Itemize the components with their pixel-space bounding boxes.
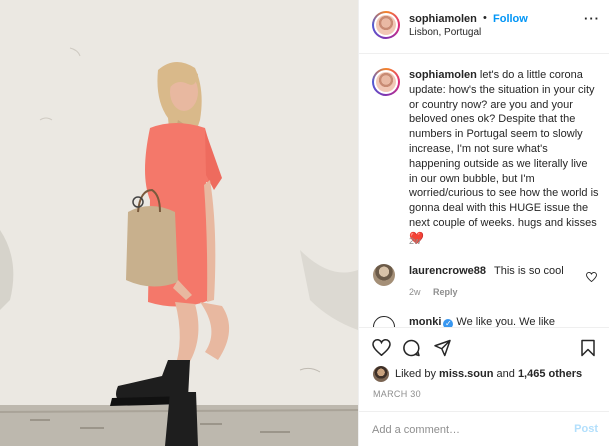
post-modal: sophiamolen • Follow Lisbon, Portugal ··… xyxy=(0,0,609,446)
comment-row-partial: monki ✓ We like you. We like xyxy=(359,310,609,327)
post-comment-button[interactable]: Post xyxy=(574,423,598,435)
more-options-icon[interactable]: ··· xyxy=(584,11,600,26)
location-link[interactable]: Lisbon, Portugal xyxy=(409,27,481,38)
comment-meta: 2w Reply xyxy=(409,287,458,297)
comment-username-text[interactable]: monki xyxy=(409,316,441,327)
post-date[interactable]: MARCH 30 xyxy=(373,389,421,399)
likes-summary: Liked by miss.soun and 1,465 others xyxy=(373,366,582,382)
author-username[interactable]: sophiamolen xyxy=(409,13,477,25)
post-side-panel: sophiamolen • Follow Lisbon, Portugal ··… xyxy=(358,0,609,446)
comment-avatar[interactable] xyxy=(373,264,395,286)
author-avatar[interactable] xyxy=(372,11,400,39)
comment-text: We like you. We like xyxy=(456,316,556,327)
liker-username[interactable]: miss.soun xyxy=(439,368,493,380)
liker-avatar[interactable] xyxy=(373,366,389,382)
add-comment-row: Post xyxy=(359,411,609,446)
comment-avatar[interactable] xyxy=(373,316,395,327)
comment-timestamp[interactable]: 2w xyxy=(409,287,421,297)
verified-badge-icon: ✓ xyxy=(443,319,454,327)
caption-text: let's do a little corona update: how's t… xyxy=(409,69,599,229)
comment-username[interactable]: laurencrowe88 xyxy=(409,265,486,277)
caption-username[interactable]: sophiamolen xyxy=(409,69,477,81)
add-comment-input[interactable] xyxy=(372,422,562,438)
likes-prefix: Liked by xyxy=(395,368,436,380)
separator-dot: • xyxy=(483,12,487,24)
likes-conjunction: and xyxy=(496,368,515,380)
post-actions: Liked by miss.soun and 1,465 others MARC… xyxy=(359,327,609,446)
caption-text-block: sophiamolen let's do a little corona upd… xyxy=(409,68,599,247)
photo-illustration xyxy=(0,0,358,446)
post-header: sophiamolen • Follow Lisbon, Portugal ··… xyxy=(359,0,609,54)
post-photo[interactable] xyxy=(0,0,358,446)
comment-heart-icon[interactable] xyxy=(586,272,597,282)
comment-icon[interactable] xyxy=(402,339,421,357)
reply-button[interactable]: Reply xyxy=(433,287,458,297)
share-icon[interactable] xyxy=(433,339,452,357)
caption-timestamp[interactable]: 2w xyxy=(409,236,421,246)
bookmark-icon[interactable] xyxy=(580,339,596,357)
likes-others-link[interactable]: 1,465 others xyxy=(518,368,582,380)
caption-avatar[interactable] xyxy=(372,68,400,96)
heart-icon[interactable] xyxy=(372,339,391,356)
comment-text: This is so cool xyxy=(494,265,564,277)
follow-button[interactable]: Follow xyxy=(493,13,528,25)
comment-username: monki ✓ We like you. We like xyxy=(409,316,555,327)
